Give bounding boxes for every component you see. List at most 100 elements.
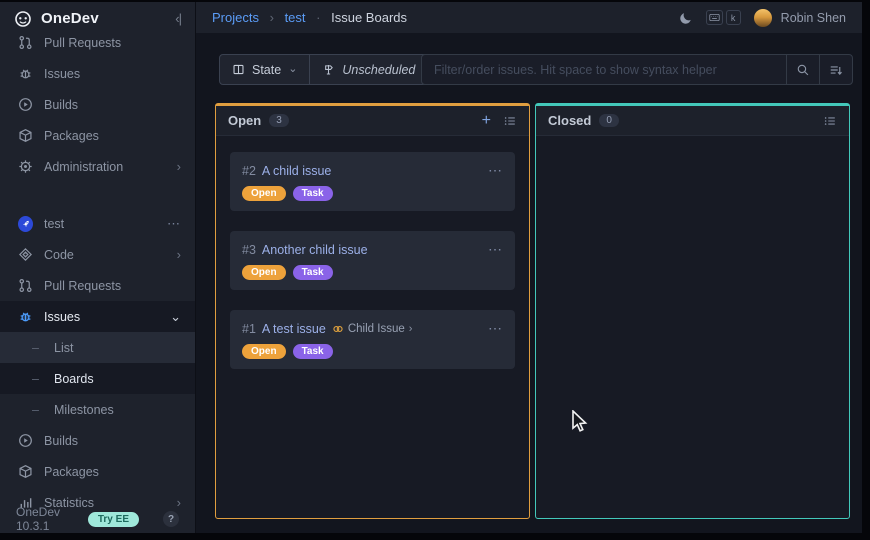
- package-icon: [18, 464, 33, 479]
- sidebar-item-statistics[interactable]: Statistics ›: [0, 487, 195, 509]
- bar-chart-icon: [18, 495, 33, 509]
- sidebar-item-label: Statistics: [44, 496, 177, 510]
- chevron-right-icon: ›: [177, 159, 181, 174]
- gear-icon: [18, 159, 33, 174]
- breadcrumb-separator: ›: [270, 10, 274, 25]
- keyboard-icon: [706, 10, 723, 25]
- project-name: test: [44, 217, 167, 231]
- help-icon[interactable]: ?: [163, 511, 179, 527]
- app-window: OneDev ‹| Pull Requests: [0, 2, 862, 533]
- search-button[interactable]: [786, 55, 819, 84]
- issue-title[interactable]: A test issue: [262, 322, 326, 336]
- sidebar-item-label: Issues: [44, 310, 170, 324]
- sidebar-item-packages[interactable]: Packages: [0, 456, 195, 487]
- project-rocket-icon: [18, 216, 33, 231]
- package-icon: [18, 128, 33, 143]
- chevron-right-icon: ›: [409, 323, 413, 335]
- milestone-dropdown-label: Unscheduled: [342, 63, 415, 77]
- column-body-closed: [536, 136, 849, 168]
- sidebar-item-issues[interactable]: Issues ⌄: [0, 301, 195, 332]
- card-menu-icon[interactable]: ⋯: [488, 162, 503, 179]
- sidebar-item-label: Builds: [44, 98, 181, 112]
- main-header: Projects › test · Issue Boards: [196, 2, 862, 33]
- filter-bar: [421, 54, 853, 85]
- issue-number: #2: [242, 164, 256, 178]
- sidebar-item-issues-admin[interactable]: Issues: [0, 58, 195, 89]
- shortcut-key-k: k: [726, 10, 741, 25]
- child-issue-link-label: Child Issue: [348, 323, 405, 335]
- logo-text: OneDev: [41, 10, 99, 27]
- state-badge-open: Open: [242, 265, 286, 280]
- sidebar-section-gap: [0, 182, 195, 208]
- link-icon: [332, 323, 344, 335]
- column-header-open: Open 3 +: [216, 106, 529, 136]
- breadcrumb: Projects › test · Issue Boards: [212, 10, 407, 25]
- sidebar-subitem-boards[interactable]: – Boards: [0, 363, 195, 394]
- onedev-logo-icon: [14, 10, 32, 28]
- add-card-button[interactable]: +: [482, 113, 491, 129]
- sidebar-subitem-milestones[interactable]: – Milestones: [0, 394, 195, 425]
- pull-request-icon: [18, 278, 33, 293]
- card-menu-icon[interactable]: ⋯: [488, 320, 503, 337]
- sidebar-item-label: Administration: [44, 160, 177, 174]
- board-columns-icon: [232, 63, 245, 76]
- collapse-sidebar-icon[interactable]: ‹|: [175, 11, 181, 26]
- column-menu-icon[interactable]: [503, 114, 517, 128]
- sidebar-item-label: Builds: [44, 434, 181, 448]
- child-issue-link[interactable]: Child Issue ›: [332, 323, 413, 335]
- column-actions: +: [482, 113, 517, 129]
- sidebar-header: OneDev ‹|: [0, 2, 195, 35]
- user-name[interactable]: Robin Shen: [781, 11, 846, 25]
- sidebar-footer: OneDev 10.3.1 Try EE ?: [0, 509, 195, 533]
- issue-card[interactable]: #2 A child issue ⋯ Open Task: [230, 152, 515, 211]
- project-menu-icon[interactable]: ⋯: [167, 216, 181, 232]
- sidebar-item-builds[interactable]: Builds: [0, 425, 195, 456]
- sidebar-item-pull-requests[interactable]: Pull Requests: [0, 35, 195, 58]
- issue-card[interactable]: #1 A test issue Child Issue › ⋯ Open: [230, 310, 515, 369]
- dash-icon: –: [28, 403, 43, 417]
- issue-title[interactable]: A child issue: [262, 164, 331, 178]
- state-badge-open: Open: [242, 186, 286, 201]
- dark-mode-moon-icon[interactable]: [679, 11, 693, 25]
- sidebar-item-code[interactable]: Code ›: [0, 239, 195, 270]
- sidebar: OneDev ‹| Pull Requests: [0, 2, 195, 533]
- sidebar-item-administration[interactable]: Administration ›: [0, 151, 195, 182]
- milestone-icon: [322, 63, 335, 76]
- issue-title[interactable]: Another child issue: [262, 243, 368, 257]
- sidebar-item-pull-requests-project[interactable]: Pull Requests: [0, 270, 195, 301]
- state-badge-open: Open: [242, 344, 286, 359]
- issue-card[interactable]: #3 Another child issue ⋯ Open Task: [230, 231, 515, 290]
- play-circle-icon: [18, 97, 33, 112]
- sidebar-item-packages-admin[interactable]: Packages: [0, 120, 195, 151]
- sidebar-item-label: Packages: [44, 465, 181, 479]
- sidebar-item-label: Milestones: [54, 403, 181, 417]
- filter-input[interactable]: [422, 55, 786, 84]
- pull-request-icon: [18, 35, 33, 50]
- search-icon: [796, 63, 810, 77]
- try-ee-badge[interactable]: Try EE: [88, 512, 139, 527]
- type-badge-task: Task: [293, 344, 333, 359]
- board-toolbar-group: State ⌄ Unscheduled ⌄: [219, 54, 445, 85]
- breadcrumb-projects-link[interactable]: Projects: [212, 10, 259, 25]
- order-button[interactable]: [819, 55, 852, 84]
- state-dropdown[interactable]: State ⌄: [220, 55, 309, 84]
- chevron-down-icon: ⌄: [288, 62, 297, 75]
- breadcrumb-project-link[interactable]: test: [285, 10, 306, 25]
- column-body-open: #2 A child issue ⋯ Open Task #3 Another …: [216, 136, 529, 405]
- breadcrumb-dot-separator: ·: [316, 10, 320, 25]
- board-column-closed: Closed 0: [535, 103, 850, 519]
- sidebar-item-label: Boards: [54, 372, 181, 386]
- bug-icon: [18, 66, 33, 81]
- avatar[interactable]: [754, 9, 772, 27]
- column-name: Open: [228, 113, 261, 128]
- chevron-right-icon: ›: [177, 495, 181, 509]
- sidebar-project-test[interactable]: test ⋯: [0, 208, 195, 239]
- sidebar-item-label: Pull Requests: [44, 36, 181, 50]
- sidebar-item-builds-admin[interactable]: Builds: [0, 89, 195, 120]
- chevron-right-icon: ›: [177, 247, 181, 262]
- sidebar-subitem-list[interactable]: – List: [0, 332, 195, 363]
- card-menu-icon[interactable]: ⋯: [488, 241, 503, 258]
- column-menu-icon[interactable]: [823, 114, 837, 128]
- onedev-logo[interactable]: OneDev: [14, 10, 175, 28]
- type-badge-task: Task: [293, 265, 333, 280]
